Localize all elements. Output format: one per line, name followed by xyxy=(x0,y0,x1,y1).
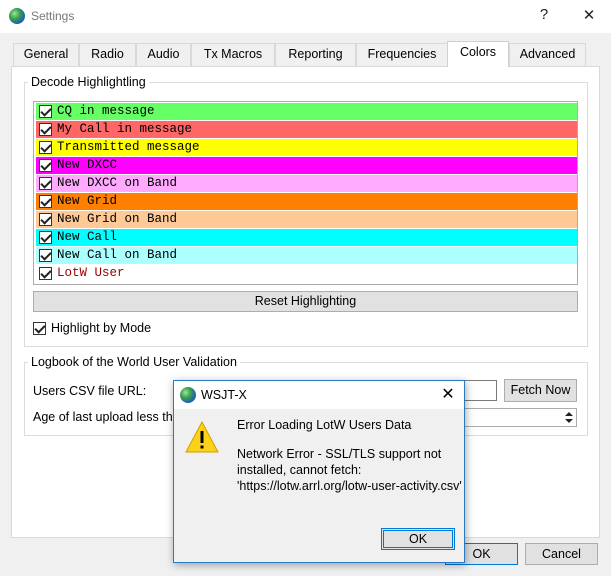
checkbox-icon[interactable] xyxy=(39,195,52,208)
highlight-item-new-call[interactable]: New Call xyxy=(36,229,577,246)
dialog-close-button[interactable]: ✕ xyxy=(438,384,458,404)
checkbox-icon[interactable] xyxy=(39,213,52,226)
highlight-item-new-call-band[interactable]: New Call on Band xyxy=(36,247,577,264)
reset-highlighting-button[interactable]: Reset Highlighting xyxy=(33,291,578,312)
dialog-message: Network Error - SSL/TLS support not inst… xyxy=(237,447,462,493)
highlight-item-label: New DXCC xyxy=(57,158,118,172)
highlight-by-mode-label: Highlight by Mode xyxy=(51,321,152,335)
highlight-by-mode-checkbox[interactable] xyxy=(33,322,46,335)
cancel-button[interactable]: Cancel xyxy=(525,543,598,565)
highlight-item-label: Transmitted message xyxy=(57,140,200,154)
highlight-item-label: New Call on Band xyxy=(57,248,178,262)
tab-reporting[interactable]: Reporting xyxy=(275,43,356,66)
highlight-item-label: New Call xyxy=(57,230,118,244)
highlight-item-label: LotW User xyxy=(57,266,125,280)
tab-general[interactable]: General xyxy=(13,43,79,66)
highlight-item-label: New Grid xyxy=(57,194,118,208)
checkbox-icon[interactable] xyxy=(39,105,52,118)
lotw-validation-title: Logbook of the World User Validation xyxy=(28,355,240,369)
checkbox-icon[interactable] xyxy=(39,231,52,244)
dialog-heading: Error Loading LotW Users Data xyxy=(237,418,412,432)
tab-frequencies[interactable]: Frequencies xyxy=(356,43,448,66)
tab-tx-macros[interactable]: Tx Macros xyxy=(191,43,275,66)
highlight-item-transmitted[interactable]: Transmitted message xyxy=(36,139,577,156)
highlight-item-new-dxcc[interactable]: New DXCC xyxy=(36,157,577,174)
decode-highlighting-title: Decode Highlightling xyxy=(28,75,149,89)
help-button[interactable]: ? xyxy=(534,6,554,23)
close-button[interactable]: ✕ xyxy=(579,6,599,24)
app-globe-icon xyxy=(9,8,25,24)
app-globe-icon xyxy=(180,387,196,403)
tab-advanced[interactable]: Advanced xyxy=(509,43,586,66)
tab-colors[interactable]: Colors xyxy=(447,41,509,67)
warning-icon xyxy=(185,421,219,453)
checkbox-icon[interactable] xyxy=(39,249,52,262)
title-bar: Settings ? ✕ xyxy=(0,0,611,33)
checkbox-icon[interactable] xyxy=(39,177,52,190)
window-title: Settings xyxy=(31,9,75,23)
checkbox-icon[interactable] xyxy=(39,267,52,280)
spin-arrows-icon[interactable] xyxy=(565,411,573,424)
highlight-item-label: New Grid on Band xyxy=(57,212,178,226)
highlight-item-my-call[interactable]: My Call in message xyxy=(36,121,577,138)
checkbox-icon[interactable] xyxy=(39,159,52,172)
highlight-item-label: My Call in message xyxy=(57,122,193,136)
highlight-item-label: New DXCC on Band xyxy=(57,176,178,190)
highlight-item-lotw-user[interactable]: LotW User xyxy=(36,265,577,282)
highlight-list[interactable]: CQ in message My Call in message Transmi… xyxy=(33,101,578,285)
highlight-item-new-grid[interactable]: New Grid xyxy=(36,193,577,210)
age-last-upload-label: Age of last upload less th xyxy=(33,410,173,424)
highlight-item-new-dxcc-band[interactable]: New DXCC on Band xyxy=(36,175,577,192)
tab-radio[interactable]: Radio xyxy=(79,43,136,66)
csv-url-label: Users CSV file URL: xyxy=(33,384,147,398)
dialog-ok-button[interactable]: OK xyxy=(381,528,455,550)
dialog-title: WSJT-X xyxy=(201,388,247,402)
tab-audio[interactable]: Audio xyxy=(136,43,191,66)
highlight-item-cq[interactable]: CQ in message xyxy=(36,103,577,120)
checkbox-icon[interactable] xyxy=(39,141,52,154)
fetch-now-button[interactable]: Fetch Now xyxy=(504,379,577,402)
checkbox-icon[interactable] xyxy=(39,123,52,136)
highlight-item-label: CQ in message xyxy=(57,104,155,118)
highlight-item-new-grid-band[interactable]: New Grid on Band xyxy=(36,211,577,228)
error-dialog: WSJT-X ✕ Error Loading LotW Users Data N… xyxy=(173,380,465,563)
dialog-title-bar: WSJT-X ✕ xyxy=(174,381,464,409)
